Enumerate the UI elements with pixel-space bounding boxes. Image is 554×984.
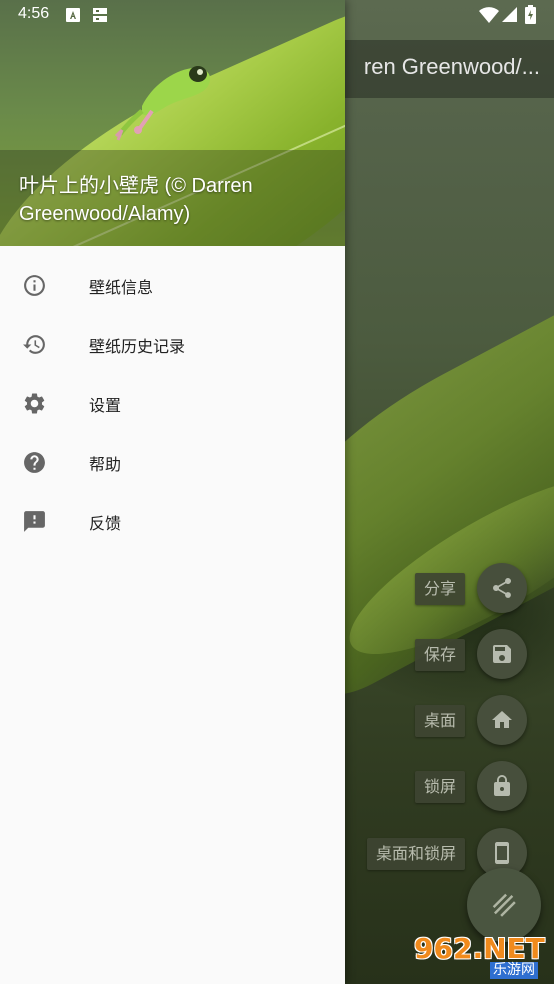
both-label[interactable]: 桌面和锁屏 — [366, 838, 465, 870]
lock-icon — [494, 775, 510, 796]
menu-item-label: 帮助 — [89, 455, 122, 474]
share-button[interactable] — [477, 563, 527, 613]
save-label[interactable]: 保存 — [414, 639, 465, 671]
menu-item-feedback[interactable]: 反馈 — [0, 492, 345, 551]
menu-item-wallpaper-info[interactable]: 壁纸信息 — [0, 256, 345, 315]
battery-icon — [525, 5, 536, 24]
status-time: 4:56 — [18, 5, 50, 22]
menu-item-label: 壁纸信息 — [89, 278, 154, 297]
menu-item-label: 壁纸历史记录 — [89, 337, 186, 356]
menu-lines-icon — [492, 893, 516, 917]
help-icon — [24, 452, 45, 473]
save-button[interactable] — [477, 629, 527, 679]
menu-item-label: 设置 — [89, 396, 122, 415]
wallpaper-title: 叶片上的小壁虎 (© Darren Greenwood/Alamy) — [19, 175, 253, 225]
feedback-icon — [24, 511, 45, 532]
home-label[interactable]: 桌面 — [414, 705, 465, 737]
info-icon — [24, 275, 45, 296]
home-icon — [492, 711, 512, 728]
history-icon — [23, 335, 45, 354]
home-button[interactable] — [477, 695, 527, 745]
lock-button[interactable] — [477, 761, 527, 811]
watermark-bottom: 乐游网 — [490, 962, 538, 979]
lock-label[interactable]: 锁屏 — [414, 771, 465, 803]
menu-item-history[interactable]: 壁纸历史记录 — [0, 315, 345, 374]
phone-icon — [495, 842, 509, 864]
watermark-top: 962.NET — [414, 932, 545, 965]
menu-item-help[interactable]: 帮助 — [0, 433, 345, 492]
save-icon — [493, 645, 511, 663]
navigation-drawer: 叶片上的小壁虎 (© Darren Greenwood/Alamy) 壁纸信息 … — [0, 0, 345, 984]
gecko-image — [114, 66, 211, 141]
share-label[interactable]: 分享 — [414, 573, 465, 605]
gear-icon — [24, 393, 45, 414]
sim-notification-icon — [93, 8, 107, 22]
wifi-icon — [479, 7, 499, 23]
share-icon — [493, 578, 511, 598]
cell-signal-icon — [502, 7, 517, 22]
a-notification-icon — [66, 8, 80, 22]
fab-main-button[interactable] — [467, 868, 541, 942]
menu-item-label: 反馈 — [89, 514, 122, 533]
menu-item-settings[interactable]: 设置 — [0, 374, 345, 433]
site-watermark: 962.NET 乐游网 — [414, 934, 550, 980]
status-bar: 4:56 — [0, 0, 554, 31]
drawer-header: 叶片上的小壁虎 (© Darren Greenwood/Alamy) — [0, 0, 345, 246]
